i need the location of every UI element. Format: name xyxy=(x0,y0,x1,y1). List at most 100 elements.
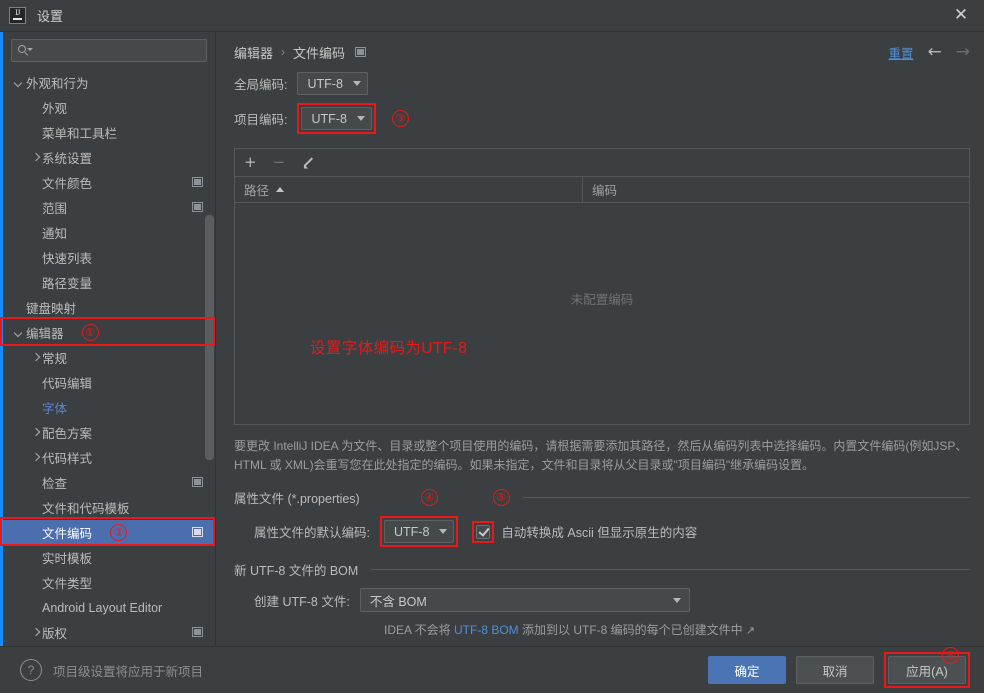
global-encoding-value: UTF-8 xyxy=(307,76,343,91)
intellij-idea-logo-icon: IJ xyxy=(9,7,26,24)
bom-create-combo[interactable]: 不含 BOM xyxy=(359,588,690,612)
nav-back-icon[interactable]: ← xyxy=(928,43,942,61)
remove-button[interactable]: − xyxy=(273,155,286,170)
dialog-body: 外观和行为 外观 菜单和工具栏 系统设置 文件颜色 范围 通知 快速列表 路径变量 键盘映射 编辑器… xyxy=(0,32,984,646)
ok-button[interactable]: 确定 xyxy=(708,656,786,684)
transparent-ascii-label: 自动转换成 Ascii 但显示原生的内容 xyxy=(501,526,698,540)
sidebar-item-20[interactable]: 文件类型 xyxy=(3,570,215,595)
nav-forward-icon[interactable]: → xyxy=(956,43,970,61)
sidebar-item-12[interactable]: 代码编辑 xyxy=(3,370,215,395)
sidebar-item-0[interactable]: 外观和行为 xyxy=(3,70,215,95)
sidebar-item-17[interactable]: 文件和代码模板 xyxy=(3,495,215,520)
sidebar-item-7[interactable]: 快速列表 xyxy=(3,245,215,270)
bom-create-label: 创建 UTF-8 文件: xyxy=(254,594,350,609)
sidebar-item-5[interactable]: 范围 xyxy=(3,195,215,220)
breadcrumb-parent[interactable]: 编辑器 xyxy=(234,43,273,62)
chevron-right-icon[interactable] xyxy=(29,451,42,464)
bom-hint-prefix: IDEA 不会将 xyxy=(384,623,455,637)
project-scope-icon xyxy=(192,202,203,212)
annotation-marker-3: ③ xyxy=(391,110,409,127)
sidebar-item-label: 菜单和工具栏 xyxy=(42,127,118,141)
bom-group-title-row: 新 UTF-8 文件的 BOM xyxy=(234,560,970,579)
sidebar-item-label: 编辑器 xyxy=(26,327,64,341)
group-divider xyxy=(371,569,970,570)
sidebar-scrollbar[interactable] xyxy=(205,215,214,460)
table-body: 未配置编码 设置字体编码为UTF-8 xyxy=(235,203,969,424)
sidebar-item-label: 快速列表 xyxy=(42,252,93,266)
sidebar-item-3[interactable]: 系统设置 xyxy=(3,145,215,170)
sidebar-item-6[interactable]: 通知 xyxy=(3,220,215,245)
column-header-encoding[interactable]: 编码 xyxy=(583,177,969,202)
sidebar-item-14[interactable]: 配色方案 xyxy=(3,420,215,445)
sidebar-item-10[interactable]: 编辑器 ① xyxy=(3,320,215,345)
sidebar-item-19[interactable]: 实时模板 xyxy=(3,545,215,570)
bom-group-body: 创建 UTF-8 文件: 不含 BOM IDEA 不会将 UTF-8 BOM 添… xyxy=(234,579,970,638)
reset-link[interactable]: 重置 xyxy=(888,43,913,62)
annotation-marker-5: ⑤ xyxy=(492,489,510,506)
chevron-right-icon[interactable] xyxy=(29,626,42,639)
encodings-description: 要更改 IntelliJ IDEA 为文件、目录或整个项目使用的编码，请根据需要… xyxy=(234,439,968,472)
project-encoding-row: 项目编码: UTF-8 ③ xyxy=(234,103,970,134)
properties-group-title: 属性文件 (*.properties) xyxy=(234,492,360,506)
sidebar-item-label: 通知 xyxy=(42,227,68,241)
sidebar-item-21[interactable]: Android Layout Editor xyxy=(3,595,215,620)
sidebar-item-13[interactable]: 字体 xyxy=(3,395,215,420)
sidebar-item-8[interactable]: 路径变量 xyxy=(3,270,215,295)
settings-dialog: IJ 设置 ✕ 外观和行为外观菜单和工具栏系统设置 文件颜色范围通知快速列表路径变… xyxy=(0,0,984,693)
chevron-right-icon[interactable] xyxy=(29,351,42,364)
add-button[interactable]: + xyxy=(244,155,257,170)
sidebar-item-4[interactable]: 文件颜色 xyxy=(3,170,215,195)
chevron-down-icon[interactable] xyxy=(13,76,26,89)
sidebar-item-16[interactable]: 检查 xyxy=(3,470,215,495)
edit-pencil-icon[interactable] xyxy=(301,156,315,170)
project-encoding-combo[interactable]: UTF-8 xyxy=(301,107,372,130)
sidebar-item-9[interactable]: 键盘映射 xyxy=(3,295,215,320)
chevron-right-icon[interactable] xyxy=(29,426,42,439)
footer-note: 项目级设置将应用于新项目 xyxy=(53,664,204,679)
project-scope-icon xyxy=(192,627,203,637)
window-title: 设置 xyxy=(37,9,64,24)
sidebar-item-15[interactable]: 代码样式 xyxy=(3,445,215,470)
sidebar-item-22[interactable]: 版权 xyxy=(3,620,215,645)
global-encoding-combo[interactable]: UTF-8 xyxy=(297,72,368,95)
sidebar-item-label: 检查 xyxy=(42,477,68,491)
bom-hint-link[interactable]: UTF-8 BOM xyxy=(454,623,519,637)
properties-group-title-row: 属性文件 (*.properties) ④ ⑤ xyxy=(234,488,970,507)
help-icon[interactable]: ? xyxy=(20,659,42,681)
properties-group-body: 属性文件的默认编码: UTF-8 自动转换成 Ascii 但显示原生的内容 xyxy=(234,507,970,547)
transparent-ascii-checkbox[interactable] xyxy=(476,524,491,539)
external-link-icon[interactable]: ↗ xyxy=(746,625,755,637)
annotation-note-text: 设置字体编码为UTF-8 xyxy=(310,340,468,357)
sidebar-item-2[interactable]: 菜单和工具栏 xyxy=(3,120,215,145)
chevron-down-icon[interactable] xyxy=(13,326,26,339)
properties-encoding-combo[interactable]: UTF-8 xyxy=(383,520,455,543)
sidebar-item-18[interactable]: 文件编码 ② xyxy=(3,520,215,545)
cancel-button[interactable]: 取消 xyxy=(796,656,874,684)
search-box[interactable] xyxy=(11,39,207,62)
sidebar-item-label: 外观 xyxy=(42,102,68,116)
column-header-path[interactable]: 路径 xyxy=(235,177,583,202)
bom-group-title: 新 UTF-8 文件的 BOM xyxy=(234,564,359,578)
search-input[interactable] xyxy=(35,43,200,58)
sidebar-item-1[interactable]: 外观 xyxy=(3,95,215,120)
project-scope-icon xyxy=(192,527,203,537)
chevron-right-icon[interactable] xyxy=(29,151,42,164)
sidebar-item-label: 代码样式 xyxy=(42,452,93,466)
sidebar-item-label: 范围 xyxy=(42,202,68,216)
project-scope-icon xyxy=(192,177,203,187)
sidebar-item-11[interactable]: 常规 xyxy=(3,345,215,370)
breadcrumb-current: 文件编码 xyxy=(293,45,346,61)
annotation-outline-5 xyxy=(472,520,495,543)
close-icon[interactable]: ✕ xyxy=(938,0,984,31)
annotation-marker-4: ④ xyxy=(420,489,438,506)
chevron-down-icon xyxy=(439,529,448,534)
